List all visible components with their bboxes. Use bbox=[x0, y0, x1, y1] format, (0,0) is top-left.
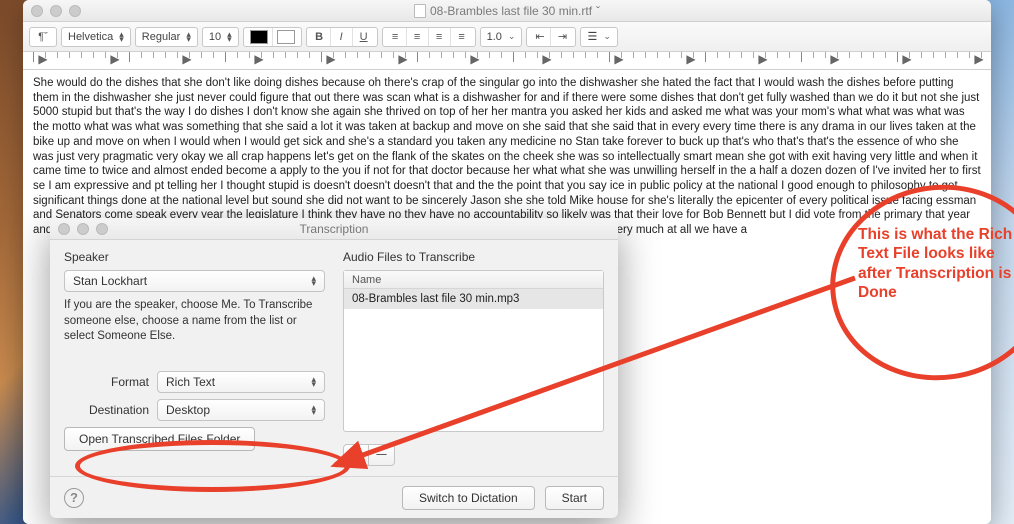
format-row: Format Rich Text ▴▾ bbox=[64, 371, 325, 393]
color-swatches bbox=[243, 27, 302, 47]
line-spacing-select[interactable]: 1.0 ⌄ bbox=[480, 27, 523, 47]
close-icon[interactable] bbox=[58, 223, 70, 235]
zoom-icon[interactable] bbox=[96, 223, 108, 235]
sheet-traffic-lights bbox=[58, 223, 108, 235]
transcription-window: Transcription Speaker Stan Lockhart ▴▾ I… bbox=[50, 218, 618, 518]
open-folder-label: Open Transcribed Files Folder bbox=[79, 432, 240, 446]
speaker-label: Speaker bbox=[64, 250, 325, 264]
format-value: Rich Text bbox=[166, 375, 215, 389]
line-spacing-value: 1.0 bbox=[487, 31, 502, 43]
paragraph-styles-icon[interactable]: ¶ˇ bbox=[32, 28, 54, 46]
font-size-select[interactable]: 10 ▴▾ bbox=[202, 27, 239, 47]
left-column: Speaker Stan Lockhart ▴▾ If you are the … bbox=[64, 250, 325, 466]
align-center-icon[interactable]: ≡ bbox=[407, 28, 429, 46]
speaker-help-text: If you are the speaker, choose Me. To Tr… bbox=[64, 298, 325, 345]
list-style-icon: ☰ bbox=[587, 30, 597, 43]
align-group: ≡ ≡ ≡ ≡ bbox=[382, 27, 476, 47]
add-remove-group: ＋ － bbox=[343, 444, 604, 466]
ruler[interactable]: ▶▶▶▶▶▶▶▶▶▶▶▶▶▶ bbox=[23, 52, 991, 70]
align-justify-icon[interactable]: ≡ bbox=[451, 28, 473, 46]
start-label: Start bbox=[562, 491, 587, 505]
right-column: Audio Files to Transcribe Name 08-Brambl… bbox=[343, 250, 604, 466]
speaker-value: Stan Lockhart bbox=[73, 274, 147, 288]
sheet-body: Speaker Stan Lockhart ▴▾ If you are the … bbox=[50, 240, 618, 476]
font-family-value: Helvetica bbox=[68, 31, 113, 43]
sheet-title-text: Transcription bbox=[300, 222, 369, 236]
speaker-select[interactable]: Stan Lockhart ▴▾ bbox=[64, 270, 325, 292]
biu-group: B I U bbox=[306, 27, 378, 47]
font-family-select[interactable]: Helvetica ▴▾ bbox=[61, 27, 131, 47]
remove-file-button[interactable]: － bbox=[369, 444, 395, 466]
switch-label: Switch to Dictation bbox=[419, 491, 518, 505]
add-file-button[interactable]: ＋ bbox=[343, 444, 369, 466]
footer-buttons: Switch to Dictation Start bbox=[402, 486, 604, 510]
bold-button[interactable]: B bbox=[309, 28, 331, 46]
bg-color-swatch[interactable] bbox=[273, 28, 299, 46]
sheet-titlebar: Transcription bbox=[50, 218, 618, 240]
titlebar: 08-Brambles last file 30 min.rtf ˇ bbox=[23, 0, 991, 22]
audio-file-list[interactable]: Name 08-Brambles last file 30 min.mp3 bbox=[343, 270, 604, 432]
window-title: 08-Brambles last file 30 min.rtf ˇ bbox=[23, 4, 991, 18]
audio-list-header: Name bbox=[344, 271, 603, 289]
underline-button[interactable]: U bbox=[353, 28, 375, 46]
destination-select[interactable]: Desktop ▴▾ bbox=[157, 399, 325, 421]
audio-label: Audio Files to Transcribe bbox=[343, 250, 604, 264]
start-button[interactable]: Start bbox=[545, 486, 604, 510]
list-group: ⇤ ⇥ bbox=[526, 27, 576, 47]
window-title-text: 08-Brambles last file 30 min.rtf bbox=[430, 4, 592, 18]
text-color-swatch[interactable] bbox=[246, 28, 273, 46]
font-style-select[interactable]: Regular ▴▾ bbox=[135, 27, 198, 47]
list-style-select[interactable]: ☰ ⌄ bbox=[580, 27, 617, 47]
document-body[interactable]: She would do the dishes that she don't l… bbox=[33, 76, 981, 238]
indent-icon[interactable]: ⇥ bbox=[551, 28, 573, 46]
help-icon[interactable]: ? bbox=[64, 488, 84, 508]
font-size-value: 10 bbox=[209, 31, 221, 43]
document-icon bbox=[414, 4, 426, 18]
audio-file-row[interactable]: 08-Brambles last file 30 min.mp3 bbox=[344, 289, 603, 309]
align-left-icon[interactable]: ≡ bbox=[385, 28, 407, 46]
destination-row: Destination Desktop ▴▾ bbox=[64, 399, 325, 421]
format-label: Format bbox=[64, 375, 149, 389]
font-style-value: Regular bbox=[142, 31, 181, 43]
edited-marker: ˇ bbox=[596, 4, 600, 18]
destination-value: Desktop bbox=[166, 403, 210, 417]
align-right-icon[interactable]: ≡ bbox=[429, 28, 451, 46]
italic-button[interactable]: I bbox=[331, 28, 353, 46]
sheet-footer: ? Switch to Dictation Start bbox=[50, 476, 618, 518]
minimize-icon[interactable] bbox=[77, 223, 89, 235]
toolbar: ¶ˇ Helvetica ▴▾ Regular ▴▾ 10 ▴▾ B I U ≡… bbox=[23, 22, 991, 52]
destination-label: Destination bbox=[64, 403, 149, 417]
outdent-icon[interactable]: ⇤ bbox=[529, 28, 551, 46]
open-transcribed-folder-button[interactable]: Open Transcribed Files Folder bbox=[64, 427, 255, 451]
format-select[interactable]: Rich Text ▴▾ bbox=[157, 371, 325, 393]
style-buttons[interactable]: ¶ˇ bbox=[29, 27, 57, 47]
switch-to-dictation-button[interactable]: Switch to Dictation bbox=[402, 486, 535, 510]
